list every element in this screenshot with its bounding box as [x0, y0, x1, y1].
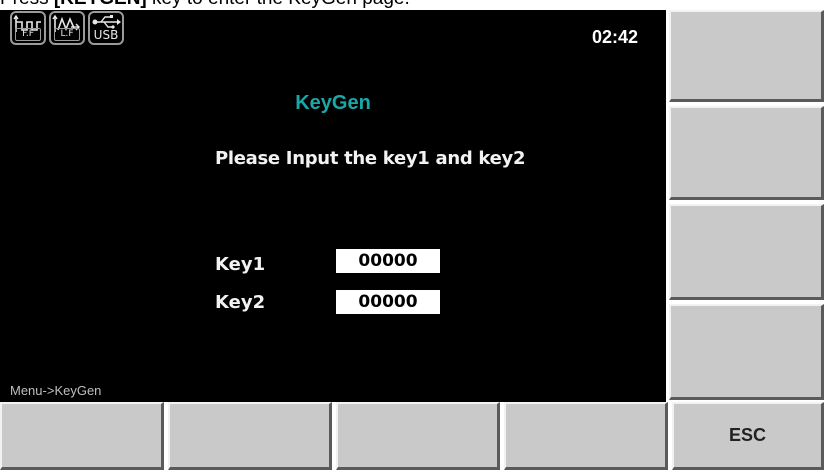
key1-input[interactable]	[336, 249, 440, 273]
lf-icon: L.F	[49, 11, 85, 45]
softkey-bottom-2[interactable]	[168, 402, 332, 470]
ff-icon: F.F	[10, 11, 46, 45]
clock: 02:42	[592, 27, 639, 47]
page-title: KeyGen	[295, 92, 371, 114]
softkey-bottom-1[interactable]	[0, 402, 164, 470]
lf-icon-label: L.F	[54, 28, 80, 41]
softkey-right-3[interactable]	[669, 204, 824, 300]
softkey-bottom-3[interactable]	[336, 402, 500, 470]
prompt-text: Please Input the key1 and key2	[215, 148, 526, 169]
key1-label: Key1	[215, 254, 266, 275]
breadcrumb: Menu->KeyGen	[10, 383, 102, 398]
key2-input[interactable]	[336, 290, 440, 314]
device-screen: F.F L.F USB 02:42 KeyGen Please Input th…	[0, 10, 666, 402]
ff-icon-label: F.F	[15, 28, 41, 41]
instruction-text: Press [KEYGEN] key to enter the KeyGen p…	[0, 0, 410, 10]
softkey-right-2[interactable]	[669, 106, 824, 200]
esc-button[interactable]: ESC	[672, 402, 824, 470]
softkey-right-4[interactable]	[669, 304, 824, 400]
softkey-bottom-4[interactable]	[504, 402, 668, 470]
usb-icon: USB	[88, 11, 124, 45]
key2-label: Key2	[215, 292, 266, 313]
usb-icon-label: USB	[93, 28, 119, 42]
softkey-right-1[interactable]	[669, 10, 824, 102]
